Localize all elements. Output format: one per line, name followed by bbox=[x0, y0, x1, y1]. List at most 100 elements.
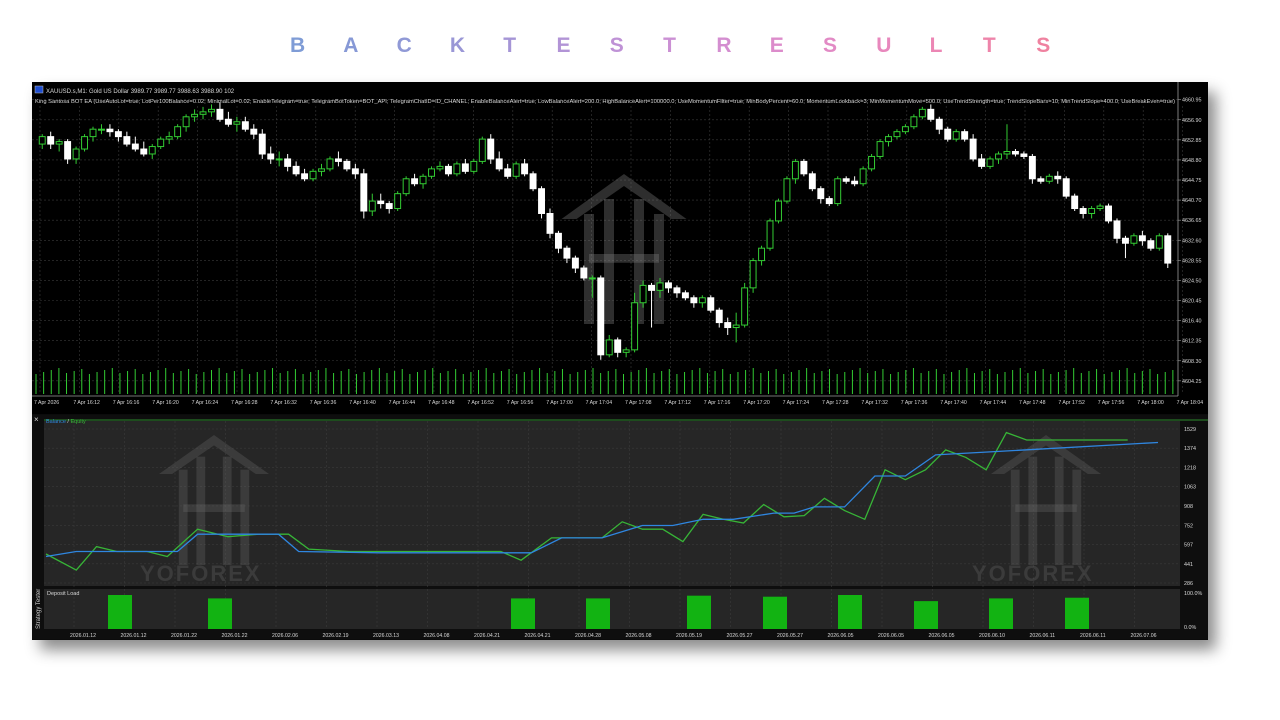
logo-pillar-shape bbox=[1010, 469, 1020, 565]
candle-body bbox=[715, 309, 723, 324]
price-tick-label: 4652.85 bbox=[1182, 138, 1202, 144]
title-letter: U bbox=[876, 34, 892, 57]
candle-body bbox=[504, 168, 512, 177]
candle-body bbox=[1011, 151, 1019, 155]
candle-body bbox=[817, 188, 825, 200]
candle-body bbox=[1096, 205, 1104, 210]
price-tick-label: 4612.35 bbox=[1182, 339, 1202, 345]
candle-body bbox=[1105, 205, 1112, 222]
candle-body bbox=[1138, 235, 1146, 242]
candle-body bbox=[605, 339, 613, 356]
candle-body bbox=[995, 153, 1002, 160]
candle-body bbox=[800, 160, 808, 175]
candle-body bbox=[241, 121, 249, 130]
candle-body bbox=[284, 158, 292, 167]
candle-body bbox=[1079, 208, 1087, 214]
price-tick-label: 4632.60 bbox=[1182, 238, 1202, 244]
time-tick-label: 7 Apr 17:08 bbox=[625, 400, 652, 406]
logo-pillar-shape bbox=[654, 214, 664, 324]
date-tick-label: 2026.06.05 bbox=[929, 633, 955, 639]
title-letter: S bbox=[1036, 34, 1051, 57]
balance-tick-label: 908 bbox=[1184, 504, 1193, 510]
date-tick-label: 2026.04.08 bbox=[424, 633, 450, 639]
candle-body bbox=[140, 148, 148, 155]
date-tick-label: 2026.04.28 bbox=[575, 633, 601, 639]
price-tick-label: 4656.90 bbox=[1182, 118, 1202, 124]
price-tick-label: 4636.65 bbox=[1182, 218, 1202, 224]
candle-body bbox=[969, 138, 977, 160]
candle-body bbox=[64, 141, 72, 160]
price-chart[interactable]: 4660.95 4656.90 4652.85 4648.80 4644.75 4640.… bbox=[32, 82, 1208, 414]
date-tick-label: 2026.03.13 bbox=[373, 633, 399, 639]
date-tick-label: 2026.05.27 bbox=[777, 633, 803, 639]
title-letter: R bbox=[716, 34, 732, 57]
candle-body bbox=[732, 324, 740, 329]
candle-body bbox=[538, 188, 545, 214]
price-tick-label: 4660.95 bbox=[1182, 98, 1202, 104]
candle-body bbox=[631, 302, 639, 351]
candle-body bbox=[233, 121, 241, 125]
candle-body bbox=[1071, 195, 1079, 210]
candle-body bbox=[554, 232, 562, 249]
candle-body bbox=[961, 131, 969, 140]
title-letter: E bbox=[556, 34, 571, 57]
deposit-bar bbox=[914, 601, 938, 629]
candle-body bbox=[868, 155, 876, 170]
candle-body bbox=[986, 158, 994, 167]
price-tick-label: 4648.80 bbox=[1182, 158, 1202, 164]
candle-body bbox=[901, 126, 909, 133]
yoforex-watermark-text: YOFOREX bbox=[972, 561, 1094, 586]
logo-crossbar-shape bbox=[1015, 504, 1077, 513]
candle-body bbox=[648, 284, 656, 291]
candle-body bbox=[114, 131, 122, 138]
date-tick-label: 2026.01.22 bbox=[171, 633, 197, 639]
candle-body bbox=[402, 178, 410, 195]
price-tick-label: 4604.25 bbox=[1182, 379, 1202, 385]
deposit-bar bbox=[511, 598, 535, 629]
time-tick-label: 7 Apr 17:24 bbox=[783, 400, 810, 406]
title-letter: K bbox=[449, 34, 466, 57]
page-title: BACKTESTRESULTS bbox=[0, 34, 1280, 66]
candle-body bbox=[1164, 235, 1172, 264]
candle-body bbox=[487, 138, 495, 160]
balance-tick-label: 1529 bbox=[1184, 427, 1196, 433]
candle-body bbox=[512, 163, 520, 177]
deposit-bar bbox=[763, 596, 787, 629]
deposit-bar bbox=[208, 598, 232, 629]
time-tick-label: 7 Apr 16:28 bbox=[231, 400, 258, 406]
chart-symbol-icon bbox=[34, 85, 44, 94]
candle-body bbox=[38, 136, 46, 145]
time-tick-label: 7 Apr 17:16 bbox=[704, 400, 731, 406]
time-tick-label: 7 Apr 17:00 bbox=[546, 400, 573, 406]
candle-body bbox=[436, 165, 444, 170]
candle-body bbox=[978, 158, 986, 167]
candle-body bbox=[131, 143, 139, 150]
candle-body bbox=[411, 178, 419, 185]
logo-crossbar-shape bbox=[183, 504, 245, 513]
candle-body bbox=[55, 141, 63, 145]
candle-body bbox=[470, 160, 478, 172]
candle-body bbox=[639, 284, 647, 304]
date-tick-label: 2026.07.06 bbox=[1131, 633, 1157, 639]
candle-body bbox=[842, 178, 850, 182]
candle-body bbox=[1028, 155, 1036, 180]
legend-balance: Balance bbox=[46, 419, 66, 425]
candle-body bbox=[741, 287, 749, 326]
candle-body bbox=[385, 203, 393, 210]
candle-body bbox=[563, 247, 571, 259]
title-letter: S bbox=[823, 34, 838, 57]
time-tick-label: 7 Apr 16:44 bbox=[389, 400, 416, 406]
candle-body bbox=[394, 193, 402, 210]
tester-panel[interactable]: YOFOREX YOFOREX 1529 1374 1218 1063 908 752 597… bbox=[32, 415, 1208, 639]
time-tick-label: 7 Apr 16:16 bbox=[113, 400, 140, 406]
candle-body bbox=[1113, 220, 1121, 239]
balance-tick-label: 1063 bbox=[1184, 485, 1196, 491]
candle-body bbox=[478, 138, 486, 162]
candle-body bbox=[419, 175, 427, 185]
time-tick-label: 7 Apr 16:52 bbox=[467, 400, 494, 406]
strategy-tester-tab[interactable]: Strategy Tester bbox=[36, 589, 42, 629]
close-button[interactable]: × bbox=[34, 415, 39, 424]
balance-tick-label: 597 bbox=[1184, 542, 1193, 548]
candle-body bbox=[191, 113, 199, 118]
date-tick-label: 2026.06.10 bbox=[979, 633, 1005, 639]
